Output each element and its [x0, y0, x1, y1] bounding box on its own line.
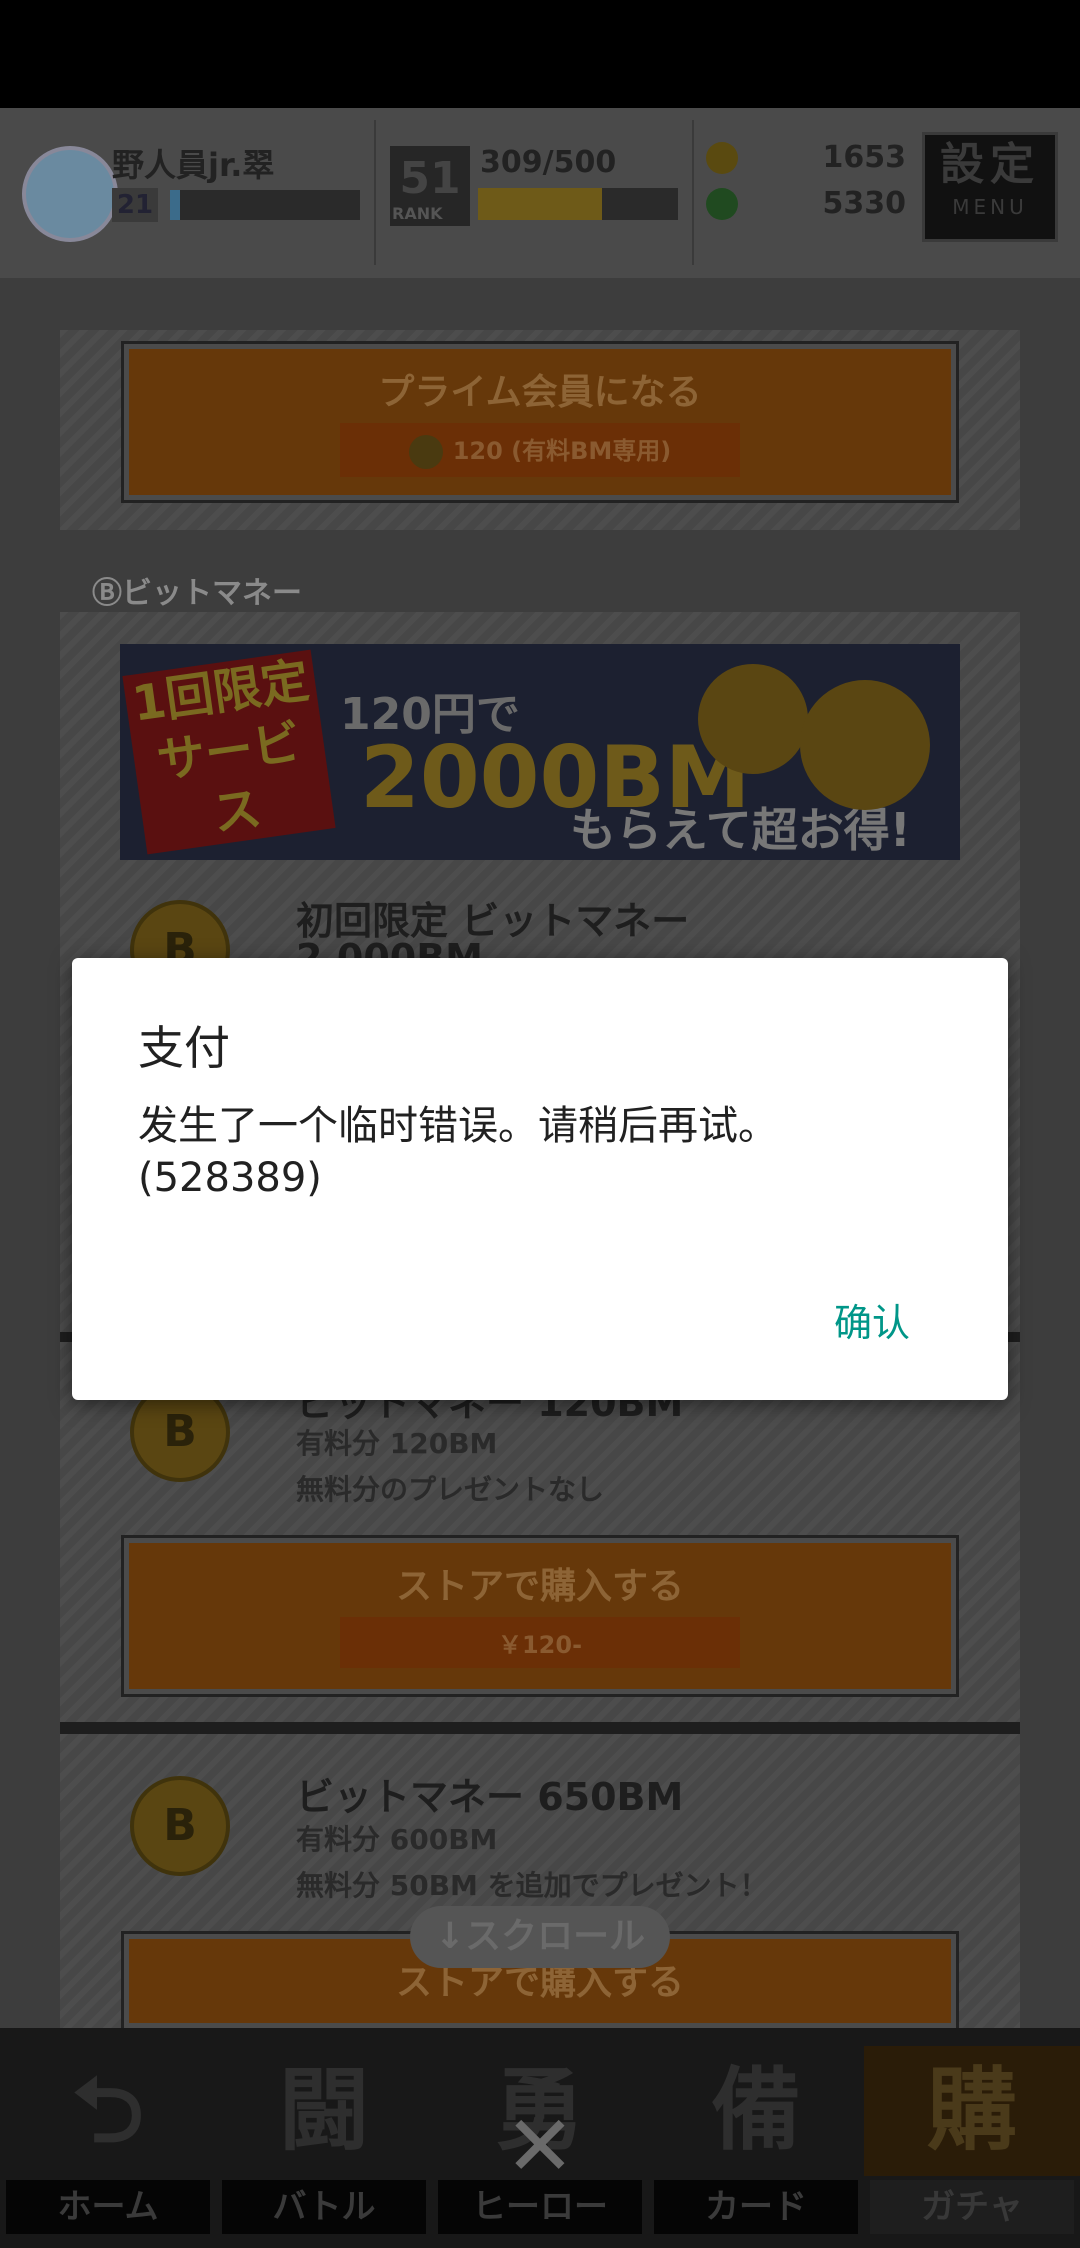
player-name: 野人員jr.翠 [112, 146, 275, 184]
nav-label: バトル [222, 2180, 426, 2234]
bm-coin-icon: B [130, 1776, 230, 1876]
green-coin-icon [706, 188, 738, 220]
product-free-amount: 無料分 50BM を追加でプレゼント！ [296, 1869, 768, 1902]
nav-label: ガチャ [870, 2180, 1074, 2234]
equipment-icon: 備 [711, 2058, 801, 2163]
buy-button-label: ストアで購入する [395, 1566, 684, 1607]
divider [374, 120, 376, 265]
home-icon: ⮌ [71, 2058, 145, 2163]
stamina-bar [478, 188, 678, 220]
nav-gacha[interactable]: 購 ガチャ [864, 2046, 1080, 2236]
currency-top-value: 1653 [822, 140, 907, 175]
buy-in-store-button[interactable]: ストアで購入する ￥120- [121, 1535, 959, 1697]
nav-card[interactable]: 備 カード [648, 2046, 864, 2236]
player-level: 21 [112, 188, 158, 222]
dialog-message: 发生了一个临时错误。请稍后再试。(528389) [138, 1103, 778, 1201]
stamina-bar-fill [478, 188, 602, 220]
bm-coin-icon [800, 680, 930, 810]
gold-coin-icon [706, 142, 738, 174]
prime-price: 120 (有料BM専用) [340, 423, 740, 477]
settings-menu-button[interactable]: 設定 MENU [922, 132, 1058, 242]
product-title: ビットマネー 650BM [296, 1775, 684, 1819]
promo-banner[interactable]: 1回限定サービス 120円で 2000BM もらえて超お得! [120, 644, 960, 860]
product-paid-amount: 有料分 600BM [296, 1823, 498, 1856]
nav-home[interactable]: ⮌ ホーム [0, 2046, 216, 2236]
exp-bar [170, 190, 360, 220]
gacha-icon: 購 [864, 2046, 1080, 2176]
product-free-amount: 無料分のプレゼントなし [296, 1473, 605, 1506]
exp-bar-fill [170, 190, 180, 220]
scroll-hint[interactable]: ↓スクロール [410, 1906, 670, 1968]
menu-button-sublabel: MENU [952, 195, 1028, 219]
prime-member-button[interactable]: プライム会員になる 120 (有料BM専用) [121, 341, 959, 503]
rank-label: RANK [392, 204, 443, 223]
bm-coin-icon [408, 435, 443, 469]
close-icon[interactable]: ✕ [500, 2104, 580, 2188]
nav-battle[interactable]: 闘 バトル [216, 2046, 432, 2236]
currency-bottom-value: 5330 [822, 186, 907, 221]
nav-label: ホーム [6, 2180, 210, 2234]
prime-button-label: プライム会員になる [378, 372, 702, 413]
dialog-title: 支付 [138, 1021, 230, 1075]
menu-button-label: 設定 [940, 139, 1040, 190]
player-avatar[interactable] [22, 146, 118, 242]
battle-icon: 闘 [279, 2058, 369, 2163]
buy-button-price: ￥120- [340, 1617, 740, 1668]
card-divider [60, 1722, 1020, 1734]
confirm-button[interactable]: 确认 [820, 1286, 924, 1353]
banner-limited-label: 1回限定サービス [122, 649, 336, 855]
stamina-value: 309/500 [480, 145, 617, 180]
status-bar [0, 0, 1080, 108]
bm-coin-icon [698, 664, 808, 774]
product-paid-amount: 有料分 120BM [296, 1427, 498, 1460]
nav-label: カード [654, 2180, 858, 2234]
divider [692, 120, 694, 265]
section-label-bitmoney: Ⓑビットマネー [92, 576, 302, 611]
prime-price-text: 120 (有料BM専用) [452, 437, 672, 465]
